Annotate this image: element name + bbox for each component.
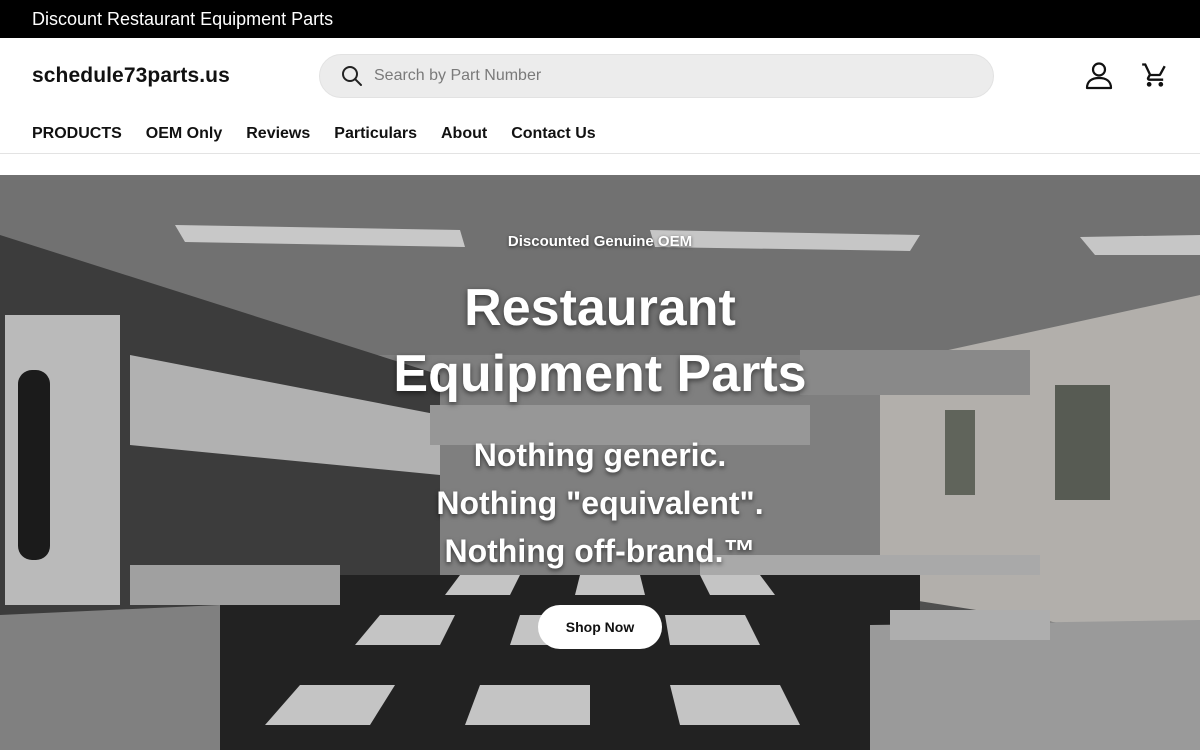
main-nav: PRODUCTS OEM Only Reviews Particulars Ab… (0, 114, 1200, 154)
site-logo[interactable]: schedule73parts.us (32, 64, 319, 88)
shop-now-button[interactable]: Shop Now (538, 605, 662, 649)
account-icon[interactable] (1084, 58, 1114, 92)
hero-tagline-line-1: Nothing generic. (473, 437, 727, 473)
nav-item-oem-only[interactable]: OEM Only (146, 114, 222, 143)
announcement-text: Discount Restaurant Equipment Parts (32, 8, 334, 29)
hero-headline-line-2: Equipment Parts (393, 345, 807, 403)
hero-headline-line-1: Restaurant (464, 279, 736, 337)
nav-item-about[interactable]: About (441, 114, 487, 143)
hero-headline: Restaurant Equipment Parts (0, 275, 1200, 407)
search-bar[interactable] (319, 54, 994, 98)
hero-content: Discounted Genuine OEM Restaurant Equipm… (0, 175, 1200, 750)
search-input[interactable] (374, 67, 934, 85)
spacer (0, 154, 1200, 175)
site-header: schedule73parts.us (0, 38, 1200, 114)
nav-item-reviews[interactable]: Reviews (246, 114, 310, 143)
header-icons (1084, 58, 1170, 92)
cart-icon[interactable] (1140, 58, 1170, 92)
nav-item-products[interactable]: PRODUCTS (32, 114, 122, 143)
hero-tagline-line-2: Nothing "equivalent". (436, 485, 764, 521)
nav-item-particulars[interactable]: Particulars (334, 114, 417, 143)
hero-banner: Discounted Genuine OEM Restaurant Equipm… (0, 175, 1200, 750)
hero-kicker: Discounted Genuine OEM (507, 233, 693, 250)
announcement-bar: Discount Restaurant Equipment Parts (0, 0, 1200, 38)
nav-item-contact-us[interactable]: Contact Us (511, 114, 595, 143)
search-icon[interactable] (340, 64, 364, 88)
hero-tagline: Nothing generic. Nothing "equivalent". N… (0, 431, 1200, 575)
hero-tagline-line-3: Nothing off-brand.™ (444, 533, 756, 569)
